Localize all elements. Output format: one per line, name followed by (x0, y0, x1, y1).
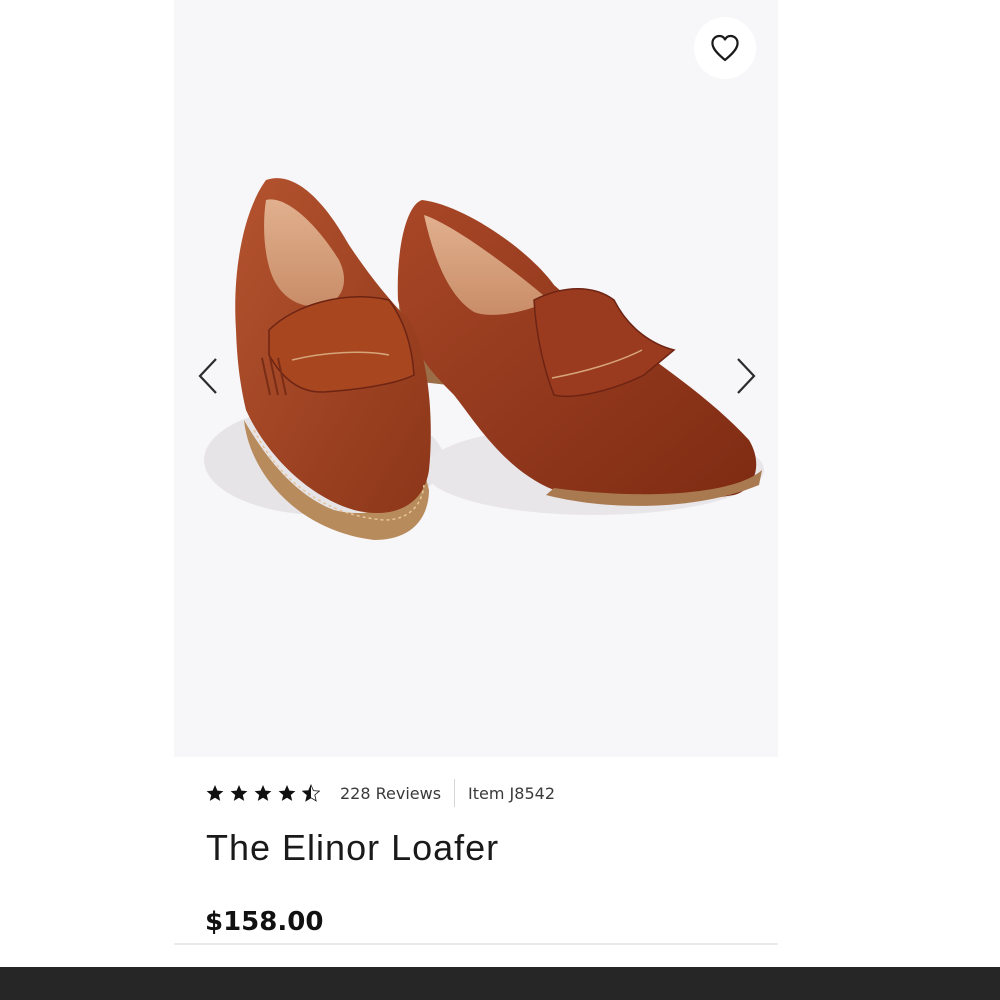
favorite-button[interactable] (694, 17, 756, 79)
bottom-bar (0, 967, 1000, 1000)
previous-image-button[interactable] (188, 352, 228, 400)
chevron-left-icon (198, 358, 217, 394)
reviews-link[interactable]: 228 Reviews (340, 784, 441, 803)
divider-line (174, 943, 778, 945)
chevron-right-icon (737, 358, 756, 394)
product-info: 228 Reviews Item J8542 The Elinor Loafer… (174, 757, 778, 944)
star-rating[interactable] (206, 784, 320, 802)
item-number: Item J8542 (468, 783, 555, 803)
star-full-icon (206, 785, 224, 801)
product-page: 228 Reviews Item J8542 The Elinor Loafer… (0, 0, 1000, 1000)
product-image-gallery[interactable] (174, 0, 778, 757)
next-image-button[interactable] (726, 352, 766, 400)
star-half-icon (302, 784, 320, 802)
product-title: The Elinor Loafer (206, 827, 500, 868)
star-full-icon (278, 785, 296, 801)
product-meta-row: 228 Reviews Item J8542 (206, 779, 555, 807)
heart-outline-icon (711, 34, 739, 62)
star-full-icon (230, 785, 248, 801)
star-full-icon (254, 785, 272, 801)
meta-divider (454, 779, 456, 807)
product-image (204, 178, 764, 540)
product-price: $158.00 (205, 907, 324, 937)
